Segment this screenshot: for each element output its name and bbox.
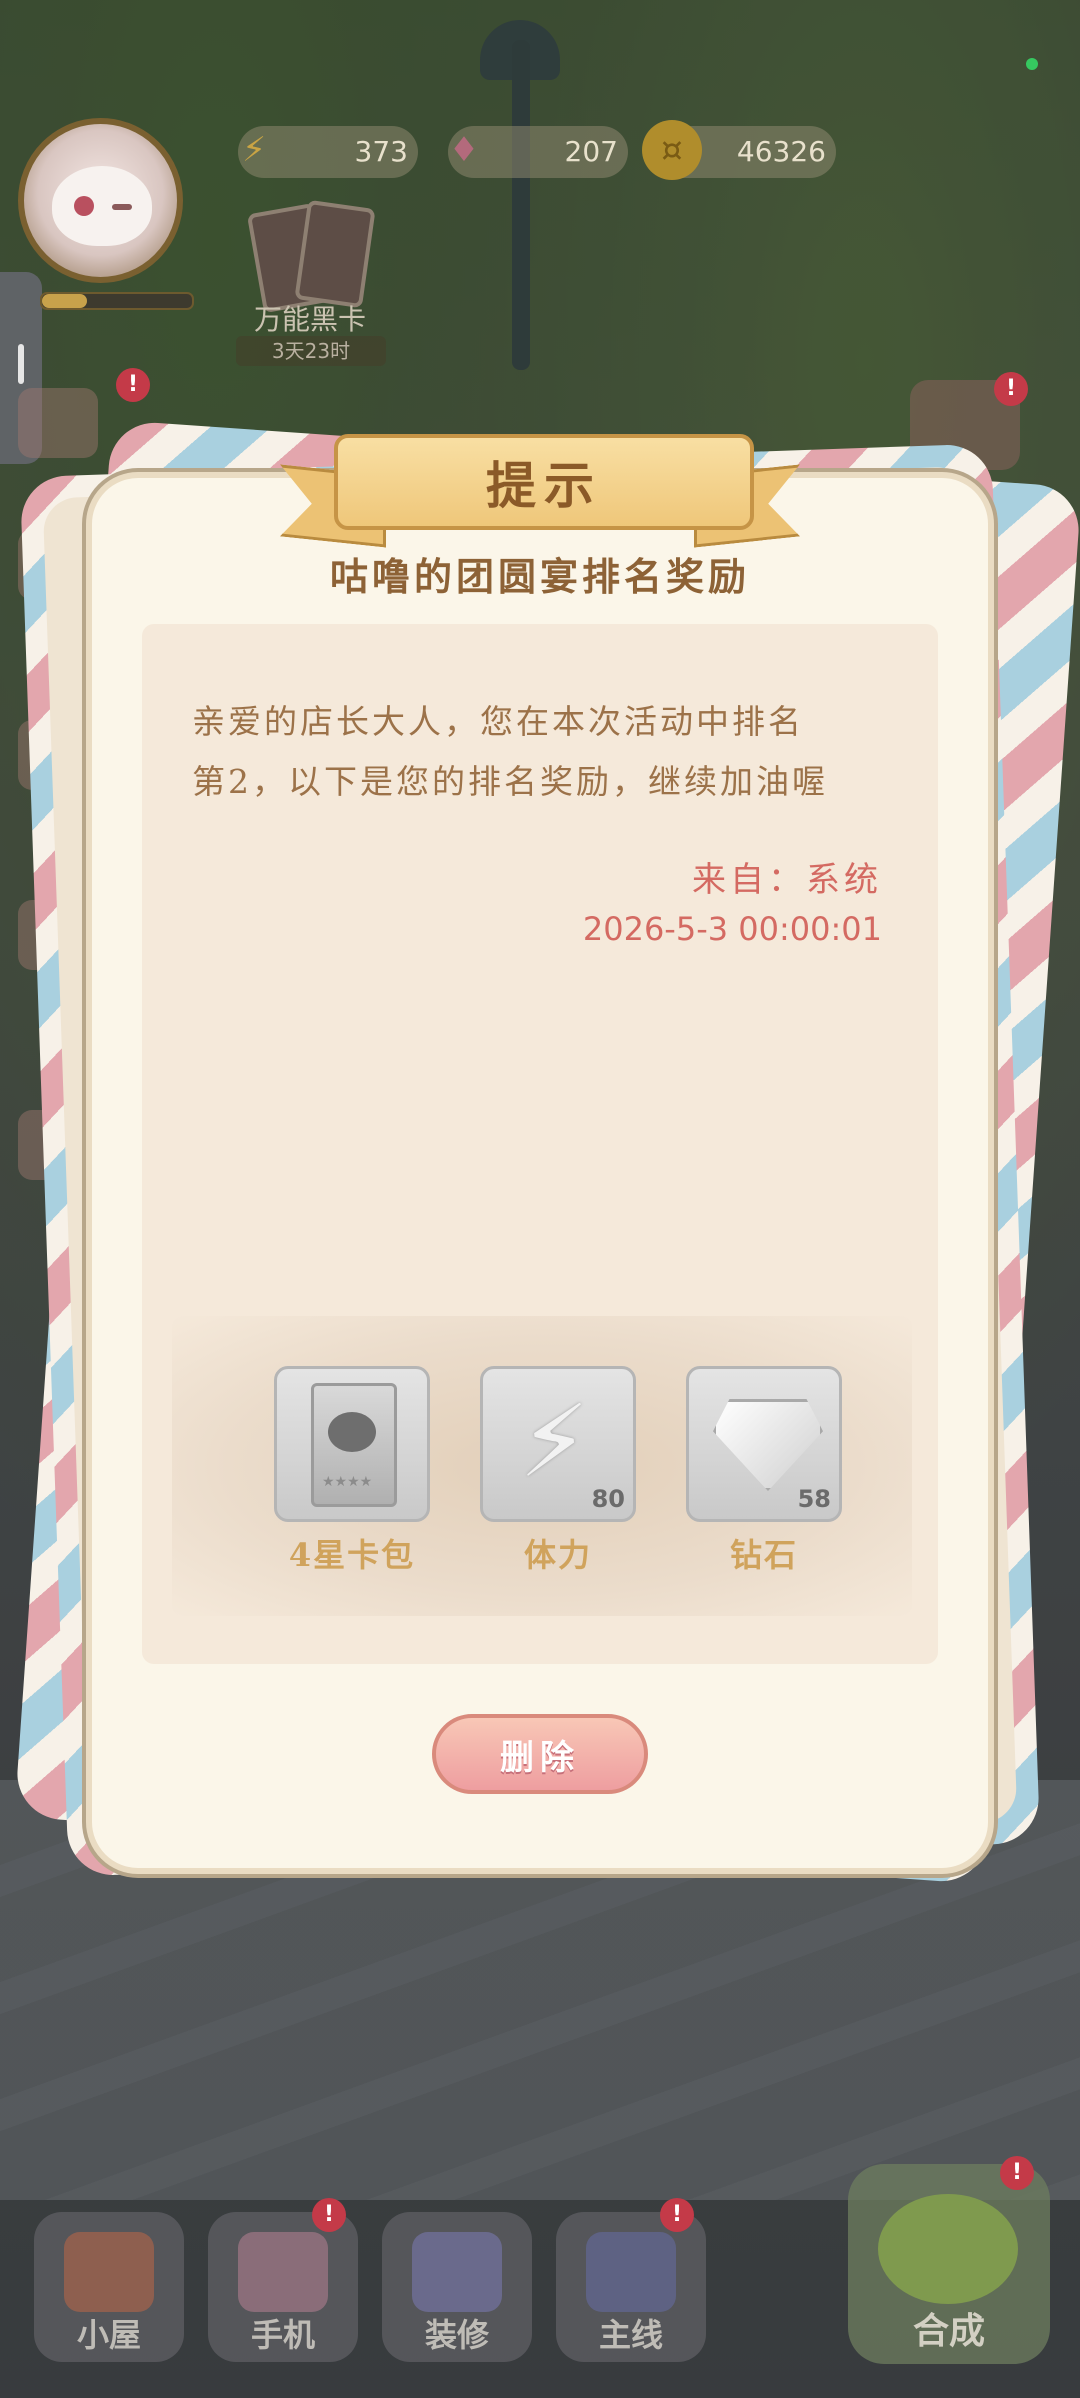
gem-value: 207 bbox=[564, 135, 618, 168]
dialog-title-ribbon: 提示 bbox=[270, 430, 810, 550]
coin-value: 46326 bbox=[736, 135, 826, 168]
mail-message: 亲爱的店长大人，您在本次活动中排名 第2，以下是您的排名奖励，继续加油喔 bbox=[192, 692, 892, 812]
teacup-icon bbox=[878, 2194, 1018, 2304]
alert-badge-icon: ! bbox=[312, 2198, 346, 2232]
player-avatar[interactable] bbox=[18, 118, 183, 283]
brush-icon bbox=[412, 2232, 502, 2312]
nav-phone-button[interactable]: 手机 bbox=[208, 2212, 358, 2362]
nav-house-button[interactable]: 小屋 bbox=[34, 2212, 184, 2362]
mail-body: 亲爱的店长大人，您在本次活动中排名 第2，以下是您的排名奖励，继续加油喔 来自：… bbox=[142, 624, 938, 1664]
nav-decorate-button[interactable]: 装修 bbox=[382, 2212, 532, 2362]
mail-subject: 咕噜的团圆宴排名奖励 bbox=[329, 554, 750, 599]
nav-label: 主线 bbox=[598, 2316, 663, 2354]
nav-label: 小屋 bbox=[76, 2316, 141, 2354]
reward-item[interactable]: 58 钻石 bbox=[686, 1366, 842, 1576]
coin-counter[interactable]: ¤ 46326 bbox=[642, 120, 836, 180]
message-line: 第2，以下是您的排名奖励，继续加油喔 bbox=[192, 762, 828, 801]
diamond-icon bbox=[713, 1399, 823, 1491]
lightning-icon: ⚡ bbox=[519, 1383, 590, 1500]
xp-progress-bar bbox=[40, 292, 194, 310]
black-card-timer: 3天23时 bbox=[236, 336, 386, 366]
grip-icon bbox=[18, 344, 24, 384]
street-lamp bbox=[470, 0, 570, 400]
alert-badge-icon: ! bbox=[994, 372, 1028, 406]
black-card-button[interactable]: 万能黑卡 3天23时 bbox=[236, 198, 386, 368]
house-icon bbox=[64, 2232, 154, 2312]
reward-name: 体力 bbox=[523, 1536, 592, 1574]
energy-value: 373 bbox=[354, 135, 408, 168]
book-icon bbox=[586, 2232, 676, 2312]
energy-counter[interactable]: ⚡ 373 bbox=[238, 126, 418, 178]
phone-icon bbox=[238, 2232, 328, 2312]
card-pack-icon: ★★★★ bbox=[311, 1383, 397, 1507]
alert-badge-icon: ! bbox=[660, 2198, 694, 2232]
nav-label: 手机 bbox=[250, 2316, 315, 2354]
reward-quantity: 58 bbox=[797, 1485, 831, 1513]
nav-merge-button[interactable]: 合成 bbox=[848, 2164, 1050, 2364]
mail-sender: 来自：系统 bbox=[692, 860, 882, 900]
reward-item[interactable]: ⚡ 80 体力 bbox=[480, 1366, 636, 1576]
left-menu-item-0[interactable] bbox=[18, 388, 98, 458]
status-dot bbox=[1026, 58, 1038, 70]
dialog-title: 提示 bbox=[334, 434, 754, 530]
reward-name: 4星卡包 bbox=[288, 1536, 416, 1574]
cards-icon bbox=[245, 198, 376, 314]
gem-counter[interactable]: ♦ 207 bbox=[448, 126, 628, 178]
alert-badge-icon: ! bbox=[1000, 2156, 1034, 2190]
reward-name: 钻石 bbox=[729, 1536, 798, 1574]
nav-label: 合成 bbox=[912, 2311, 985, 2352]
delete-button[interactable]: 删除 bbox=[432, 1714, 648, 1794]
nav-story-button[interactable]: 主线 bbox=[556, 2212, 706, 2362]
reward-quantity: 80 bbox=[591, 1485, 625, 1513]
mail-date: 2026-5-3 00:00:01 bbox=[582, 910, 882, 948]
alert-badge-icon: ! bbox=[116, 368, 150, 402]
black-card-label: 万能黑卡 bbox=[253, 303, 366, 336]
nav-label: 装修 bbox=[424, 2316, 489, 2354]
reward-item[interactable]: ★★★★ 4星卡包 bbox=[274, 1366, 430, 1576]
message-line: 亲爱的店长大人，您在本次活动中排名 bbox=[192, 702, 804, 741]
